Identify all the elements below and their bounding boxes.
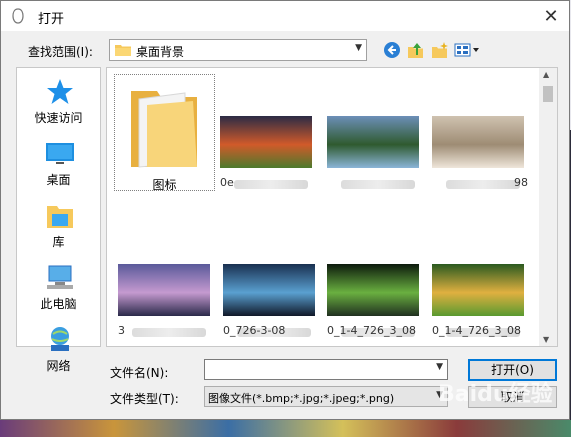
lookin-label: 查找范围(I): [28, 45, 93, 59]
filetype-dropdown[interactable]: 图像文件(*.bmp;*.jpg;*.jpeg;*.png) ▼ [204, 386, 448, 407]
lookin-value: 桌面背景 [136, 45, 185, 59]
image-thumbnail [432, 264, 524, 316]
baidu-watermark: Baidu经验 [438, 382, 553, 407]
folder-icon [115, 45, 131, 56]
image-thumbnail [223, 264, 315, 316]
place-label: 网络 [46, 359, 71, 373]
vertical-scrollbar[interactable]: ▲ ▼ [539, 68, 557, 346]
image-thumbnail [432, 116, 524, 168]
place-desktop[interactable]: 桌面 [17, 135, 100, 190]
scroll-up-icon[interactable]: ▲ [543, 70, 549, 79]
place-this-pc[interactable]: 此电脑 [17, 259, 100, 314]
up-folder-button[interactable] [405, 40, 427, 60]
computer-icon [47, 265, 73, 289]
library-icon [47, 206, 73, 228]
folder-icon [131, 91, 197, 168]
image-thumbnail [327, 264, 419, 316]
filetype-value: 图像文件(*.bmp;*.jpg;*.jpeg;*.png) [208, 392, 395, 405]
chevron-down-icon: ▼ [355, 43, 362, 53]
desktop-wallpaper-strip [0, 420, 571, 437]
filename-label: 文件名(N): [110, 366, 169, 380]
dialog-title: 打开 [38, 12, 65, 27]
back-button[interactable] [381, 40, 403, 60]
view-menu-button[interactable] [453, 40, 481, 60]
place-label: 快速访问 [34, 111, 83, 125]
desktop-icon [46, 143, 74, 164]
place-label: 桌面 [46, 173, 71, 187]
new-folder-icon [432, 42, 448, 58]
title-bar[interactable]: 打开 ✕ [1, 1, 569, 31]
image-thumbnail [327, 116, 419, 168]
folder-label: 图标 [152, 178, 177, 192]
filename-input[interactable]: ▼ [204, 359, 448, 380]
place-label: 此电脑 [40, 297, 77, 311]
place-library[interactable]: 库 [17, 197, 100, 252]
close-icon: ✕ [543, 5, 559, 27]
file-list: 图标 0e 98 3 0_726-3-08 0_1-4_726_3_08 0_1-4_72… [106, 67, 558, 347]
chevron-down-icon[interactable]: ▼ [436, 362, 443, 372]
image-thumbnail [118, 264, 210, 316]
lookin-dropdown[interactable]: 桌面背景 ▼ [109, 39, 367, 61]
image-thumbnail [220, 116, 312, 168]
image-file-caption: 0e [220, 176, 234, 189]
folder-item-icons[interactable]: 图标 [114, 74, 215, 192]
image-file-caption: 0_1-4_726_3_08 [327, 324, 416, 337]
image-file-caption: 0_726-3-08 [223, 324, 286, 337]
place-quick-access[interactable]: 快速访问 [17, 73, 100, 128]
scroll-down-icon[interactable]: ▼ [543, 335, 549, 344]
network-icon [51, 327, 69, 351]
app-icon [12, 8, 24, 24]
back-icon [384, 42, 400, 58]
places-bar: 快速访问 桌面 库 此电脑 网络 [16, 67, 101, 373]
place-network[interactable]: 网络 [17, 321, 100, 376]
filetype-label: 文件类型(T): [110, 392, 179, 406]
place-label: 库 [52, 235, 65, 249]
open-file-dialog: 打开 ✕ 查找范围(I): 桌面背景 ▼ 快速访问 桌面 库 此电脑 网络 图标… [0, 0, 570, 420]
new-folder-button[interactable] [429, 40, 451, 60]
image-file-caption [327, 176, 423, 190]
star-icon [47, 79, 73, 104]
image-file-caption: 3 [118, 324, 125, 337]
image-file-caption: 98 [514, 176, 528, 189]
scrollbar-thumb[interactable] [543, 86, 553, 102]
image-file-caption: 0_1-4_726_3_08 [432, 324, 521, 337]
up-folder-icon [408, 43, 423, 58]
view-menu-icon [454, 43, 479, 57]
close-button[interactable]: ✕ [533, 1, 569, 31]
